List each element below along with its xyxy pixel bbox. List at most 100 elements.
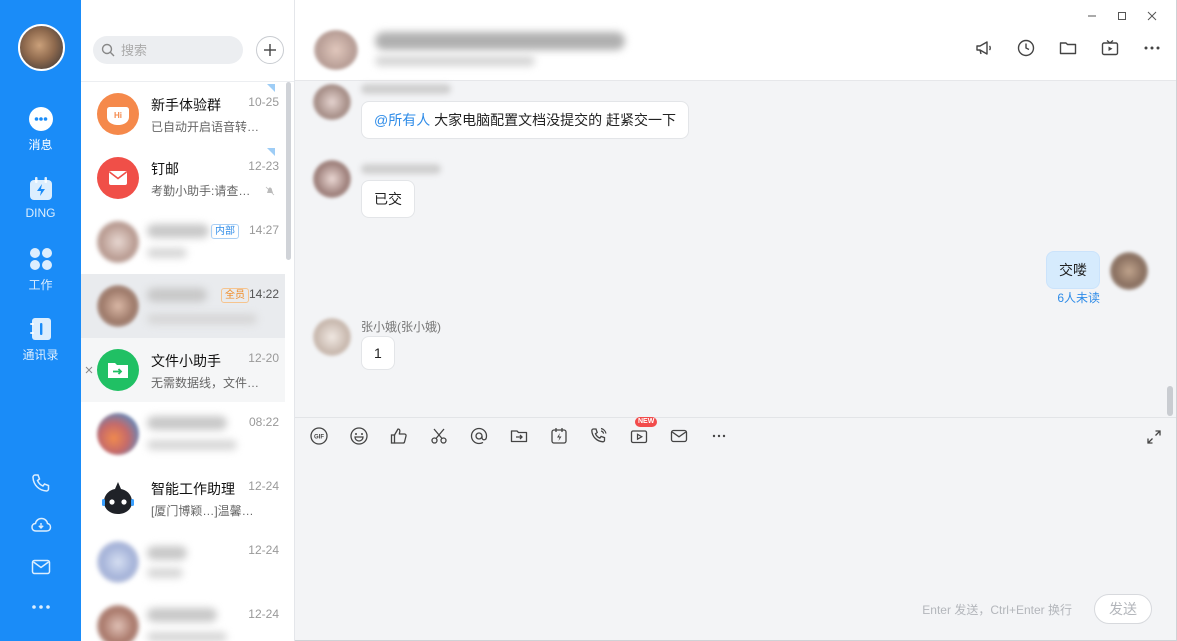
conversation-item[interactable]: 钉邮 12-23 考勤小助手:请查…	[81, 146, 285, 210]
user-avatar[interactable]	[18, 24, 65, 71]
like-button[interactable]	[387, 424, 411, 448]
conversation-item[interactable]: 内部 14:27	[81, 210, 285, 274]
mute-icon	[265, 186, 275, 196]
mail-icon	[670, 429, 688, 442]
add-button[interactable]	[256, 36, 284, 64]
internal-badge: 内部	[211, 224, 239, 239]
conversation-item[interactable]: 08:22	[81, 402, 285, 466]
send-button[interactable]: 发送	[1094, 594, 1152, 624]
more-tools-button[interactable]	[707, 424, 731, 448]
header-tools	[974, 38, 1162, 58]
message-text: 交喽	[1059, 262, 1087, 278]
nav-item-messages[interactable]: 消息	[0, 106, 81, 153]
sender-avatar[interactable]	[313, 84, 351, 120]
file-helper-avatar	[97, 349, 139, 391]
blurred-name	[147, 608, 217, 622]
close-icon[interactable]	[85, 366, 93, 374]
minimize-icon	[1088, 15, 1096, 17]
expand-composer-button[interactable]	[1144, 427, 1164, 447]
more-icon	[31, 605, 50, 609]
sender-avatar[interactable]	[313, 318, 351, 356]
my-avatar[interactable]	[1110, 252, 1148, 290]
conversation-item[interactable]: 12-24	[81, 530, 285, 594]
blurred-preview	[147, 632, 227, 641]
search-box[interactable]	[93, 36, 243, 64]
message-input[interactable]	[295, 454, 1176, 594]
ding-button[interactable]	[547, 424, 571, 448]
conversation-item[interactable]: 文件小助手 12-20 无需数据线，文件…	[81, 338, 285, 402]
history-button[interactable]	[1016, 38, 1036, 58]
nav-label: 工作	[28, 278, 53, 292]
send-hint: Enter 发送，Ctrl+Enter 换行	[922, 603, 1072, 617]
chat-scrollbar[interactable]	[1167, 386, 1173, 416]
call-button[interactable]	[587, 424, 611, 448]
megaphone-icon	[976, 41, 991, 55]
nav-item-contacts[interactable]: 通讯录	[0, 316, 81, 363]
conversation-item-selected[interactable]: 全员 14:22	[81, 274, 285, 338]
conversation-name: 文件小助手	[151, 353, 221, 369]
folder-icon	[510, 429, 528, 442]
emoji-button[interactable]	[347, 424, 371, 448]
nav-item-ding[interactable]: DING	[0, 176, 81, 220]
cloud-icon	[30, 517, 51, 532]
nav-label: DING	[25, 206, 56, 220]
chat-icon	[28, 107, 53, 131]
list-scrollbar[interactable]	[286, 82, 291, 260]
announcement-button[interactable]	[974, 38, 994, 58]
mention-button[interactable]	[467, 424, 491, 448]
blurred-name	[147, 416, 227, 430]
conversation-item[interactable]: 12-24	[81, 594, 285, 641]
conversation-preview: 无需数据线，文件…	[151, 376, 260, 390]
files-button[interactable]	[1058, 38, 1078, 58]
nav-item-work[interactable]: 工作	[0, 246, 81, 293]
message-bubble[interactable]: @所有人 大家电脑配置文档没提交的 赶紧交一下	[361, 101, 689, 139]
message-text: 已交	[374, 191, 402, 207]
my-message-bubble[interactable]: 交喽	[1046, 251, 1100, 289]
blurred-preview	[147, 314, 257, 324]
sender-name: 张小娥(张小娥)	[361, 320, 441, 334]
mail-button[interactable]	[0, 556, 81, 578]
mail-icon	[31, 559, 50, 575]
minimize-button[interactable]	[1084, 8, 1100, 24]
group-avatar: Hi	[97, 93, 139, 135]
live-button[interactable]	[1100, 38, 1120, 58]
contact-avatar	[97, 285, 139, 327]
maximize-button[interactable]	[1114, 8, 1130, 24]
send-file-button[interactable]	[507, 424, 531, 448]
message-bubble[interactable]: 1	[361, 336, 395, 370]
conversation-item[interactable]: 智能工作助理 12-24 [厦门博颖…]温馨…	[81, 466, 285, 530]
screenshot-button[interactable]	[427, 424, 451, 448]
gif-button[interactable]: GIF	[307, 424, 331, 448]
composer-toolbar: GIF NEW	[295, 416, 1176, 453]
video-button[interactable]: NEW	[627, 416, 658, 448]
cloud-button[interactable]	[0, 514, 81, 536]
conversation-time: 14:27	[248, 223, 279, 237]
all-staff-badge: 全员	[221, 288, 249, 303]
contact-avatar	[97, 413, 139, 455]
more-button[interactable]	[0, 600, 81, 614]
message-text: 大家电脑配置文档没提交的 赶紧交一下	[430, 112, 676, 128]
unread-status[interactable]: 6人未读	[1057, 289, 1100, 306]
mention-all[interactable]: @所有人	[374, 112, 430, 128]
chat-avatar[interactable]	[314, 30, 358, 70]
nav-label: 通讯录	[22, 348, 59, 362]
close-icon	[1147, 11, 1157, 21]
conversation-list: Hi 新手体验群 10-25 已自动开启语音转… 钉邮 12-23 考勤小助手:…	[81, 0, 295, 641]
mail-button[interactable]	[667, 424, 691, 448]
search-input[interactable]	[121, 42, 231, 58]
conversation-item[interactable]: Hi 新手体验群 10-25 已自动开启语音转…	[81, 82, 285, 146]
message-bubble[interactable]: 已交	[361, 180, 415, 218]
thumbs-up-icon	[390, 427, 407, 444]
envelope-icon	[109, 171, 127, 185]
emoji-icon	[350, 426, 368, 445]
message-text: 1	[374, 345, 382, 361]
conversation-time: 14:22	[248, 287, 279, 301]
search-icon	[101, 43, 115, 57]
nav-sidebar: 消息 DING 工作 通讯录	[0, 0, 81, 641]
more-options-button[interactable]	[1142, 38, 1162, 58]
phone-button[interactable]	[0, 472, 81, 494]
blurred-preview	[147, 440, 237, 450]
sender-avatar[interactable]	[313, 160, 351, 198]
conversation-time: 12-24	[248, 543, 279, 557]
close-window-button[interactable]	[1144, 8, 1160, 24]
